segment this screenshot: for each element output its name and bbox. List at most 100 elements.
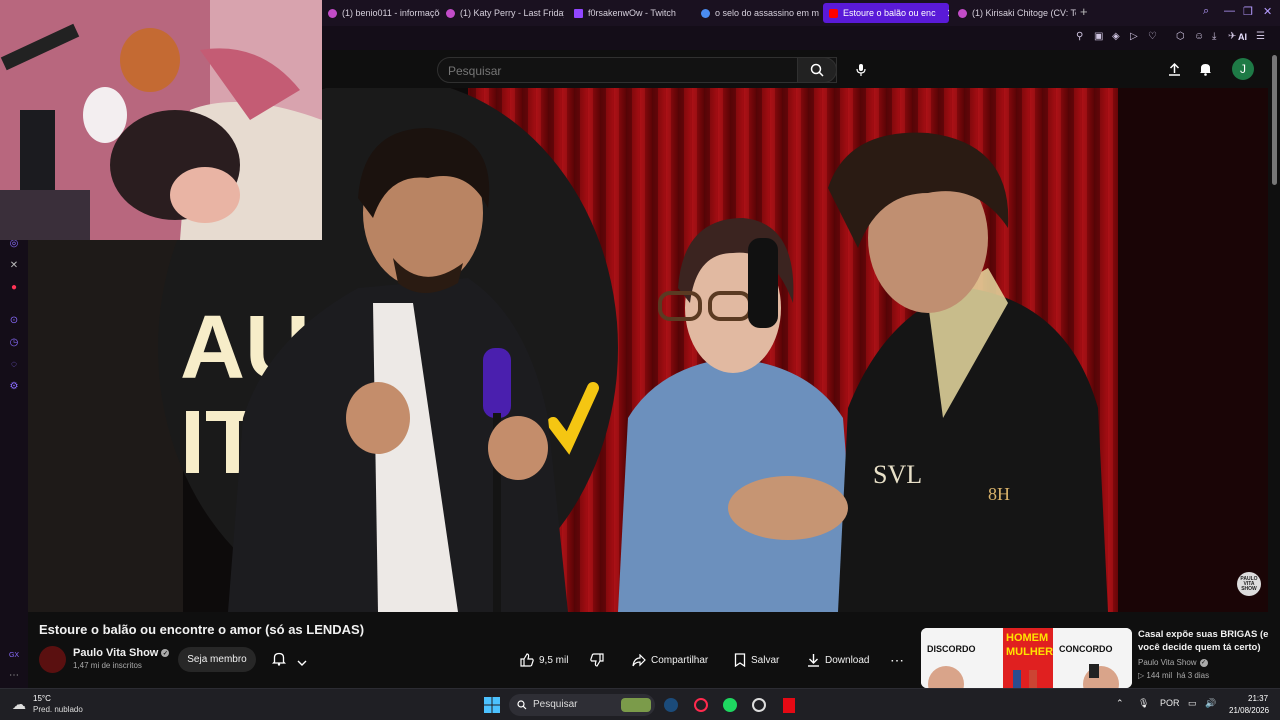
suggested-age: há 3 dias bbox=[1176, 671, 1210, 680]
subscribe-bell-button[interactable] bbox=[271, 651, 287, 671]
new-tab-button[interactable]: + bbox=[1080, 4, 1088, 19]
webcam-overlay bbox=[0, 0, 322, 240]
suggested-video-thumbnail[interactable]: DISCORDO HOMEM MULHER CONCORDO bbox=[921, 628, 1132, 688]
page-scrollbar[interactable] bbox=[1272, 55, 1277, 185]
screen: (1) benio011 - informações (1) Katy Perr… bbox=[0, 0, 1280, 720]
close-window-icon[interactable]: ✕ bbox=[1263, 5, 1272, 18]
save-button[interactable]: Salvar bbox=[734, 650, 779, 670]
ai-button[interactable]: AI bbox=[1238, 32, 1247, 42]
thumbnail-text-right: CONCORDO bbox=[1059, 644, 1113, 654]
thumbnail-text-left: DISCORDO bbox=[927, 644, 976, 654]
search-icon bbox=[810, 63, 824, 77]
rocket-icon[interactable]: ✈ bbox=[1228, 31, 1236, 42]
x-twitter-icon[interactable]: ✕ bbox=[8, 260, 20, 272]
upload-button[interactable] bbox=[1164, 59, 1184, 79]
avatar-letter: J bbox=[1240, 62, 1246, 76]
taskbar-app[interactable] bbox=[750, 696, 768, 714]
download-button[interactable]: Download bbox=[807, 650, 869, 670]
volume-icon[interactable]: 🔊 bbox=[1205, 698, 1216, 709]
browser-tab[interactable]: (1) benio011 - informações bbox=[322, 3, 440, 23]
taskbar-steam[interactable] bbox=[662, 696, 680, 714]
browser-tab[interactable]: f0rsakenwOw - Twitch bbox=[568, 3, 692, 23]
svg-text:8H: 8H bbox=[988, 484, 1010, 504]
search-input[interactable] bbox=[448, 63, 748, 79]
minimize-icon[interactable]: — bbox=[1224, 5, 1235, 17]
browser-tab[interactable]: (1) Katy Perry - Last Friday bbox=[440, 3, 564, 23]
channel-avatar[interactable] bbox=[39, 646, 66, 673]
youtube-sidebar-icon[interactable]: ● bbox=[8, 282, 20, 294]
search-icon bbox=[517, 700, 527, 710]
video-title: Estoure o balão ou encontre o amor (só a… bbox=[39, 622, 365, 637]
pin-icon[interactable]: ⚲ bbox=[1076, 31, 1083, 42]
heart-icon[interactable]: ♡ bbox=[1148, 31, 1157, 42]
clock-time[interactable]: 21:37 bbox=[1248, 694, 1268, 703]
player-icon[interactable]: ⊙ bbox=[8, 315, 20, 327]
app-icon bbox=[752, 698, 766, 712]
play-icon[interactable]: ▷ bbox=[1130, 31, 1138, 42]
search-box bbox=[437, 57, 837, 83]
notifications-button[interactable] bbox=[1195, 59, 1215, 79]
tab-favicon-icon bbox=[328, 8, 337, 18]
bell-icon bbox=[271, 652, 287, 666]
subscription-menu-button[interactable] bbox=[297, 654, 307, 672]
taskbar-opera-gx[interactable] bbox=[692, 696, 710, 714]
taskbar-search[interactable]: Pesquisar bbox=[509, 694, 655, 716]
save-label: Salvar bbox=[751, 654, 780, 666]
more-icon[interactable]: ⋯ bbox=[8, 670, 20, 682]
tab-label: (1) benio011 - informações bbox=[342, 8, 440, 18]
netflix-icon bbox=[783, 697, 795, 713]
language-indicator[interactable]: POR bbox=[1160, 698, 1180, 708]
dislike-button[interactable] bbox=[590, 650, 604, 670]
windows-start-button[interactable] bbox=[483, 696, 501, 714]
watermark-text: PAULO VITA SHOW bbox=[1240, 575, 1258, 592]
display-icon[interactable]: ▭ bbox=[1188, 698, 1197, 709]
channel-name-row[interactable]: Paulo Vita Show ✓ bbox=[73, 647, 170, 659]
shield-icon[interactable]: ◈ bbox=[1112, 31, 1120, 42]
channel-name[interactable]: Paulo Vita Show bbox=[73, 647, 158, 659]
microphone-tray-icon[interactable]: 🎙 bbox=[1138, 698, 1149, 709]
menu-icon[interactable]: ☰ bbox=[1256, 31, 1265, 42]
history-icon[interactable]: ◷ bbox=[8, 337, 20, 349]
search-tabs-icon[interactable]: ⌕ bbox=[1203, 5, 1209, 18]
tab-label: o selo do assassino em mo bbox=[715, 8, 819, 18]
taskbar-spotify[interactable] bbox=[721, 696, 739, 714]
download-icon[interactable]: ⤓ bbox=[1212, 31, 1216, 42]
suggested-video-title[interactable]: Casal expõe suas BRIGAS (e você decide q… bbox=[1138, 628, 1276, 654]
close-tab-icon[interactable]: ✕ bbox=[947, 7, 949, 20]
tab-label: (1) Katy Perry - Last Friday bbox=[460, 8, 564, 18]
snapshot-icon[interactable]: ▣ bbox=[1094, 31, 1103, 42]
browser-tab-active[interactable]: Estoure o balão ou enc ✕ bbox=[823, 3, 949, 23]
browser-tab[interactable]: (1) Kirisaki Chitoge (CV: To bbox=[952, 3, 1076, 23]
taskbar-netflix[interactable] bbox=[780, 696, 798, 714]
like-count: 9,5 mil bbox=[539, 654, 569, 666]
share-icon bbox=[632, 653, 646, 666]
chevron-down-icon bbox=[297, 660, 307, 666]
suggested-channel-row[interactable]: Paulo Vita Show ✓ bbox=[1138, 658, 1208, 667]
extensions-icon[interactable]: ⬡ bbox=[1176, 31, 1185, 42]
like-button[interactable]: 9,5 mil bbox=[520, 650, 568, 670]
user-icon[interactable]: ☺ bbox=[1194, 31, 1204, 42]
tab-favicon-icon bbox=[958, 8, 967, 18]
weather-temperature[interactable]: 15°C bbox=[33, 694, 51, 703]
share-button[interactable]: Compartilhar bbox=[632, 650, 708, 670]
thumbs-up-icon bbox=[520, 653, 534, 667]
clock-date[interactable]: 21/08/2026 bbox=[1229, 706, 1269, 715]
join-button[interactable]: Seja membro bbox=[178, 647, 256, 672]
channel-watermark[interactable]: PAULO VITA SHOW bbox=[1237, 572, 1261, 596]
account-avatar[interactable]: J bbox=[1232, 58, 1254, 80]
steam-icon bbox=[664, 698, 678, 712]
maximize-icon[interactable]: ❐ bbox=[1243, 5, 1253, 18]
voice-search-button[interactable] bbox=[848, 57, 874, 83]
tab-label: (1) Kirisaki Chitoge (CV: To bbox=[972, 8, 1076, 18]
tray-overflow-icon[interactable]: ⌃ bbox=[1116, 698, 1124, 709]
weather-icon[interactable]: ☁ bbox=[12, 696, 26, 713]
windows-taskbar: ☁ 15°C Pred. nublado Pesquisar ⌃ 🎙 POR ▭… bbox=[0, 688, 1280, 720]
search-button[interactable] bbox=[797, 57, 837, 83]
more-actions-button[interactable]: ⋯ bbox=[890, 650, 904, 670]
settings-icon[interactable]: ⚙ bbox=[8, 381, 20, 393]
suggested-channel-name[interactable]: Paulo Vita Show bbox=[1138, 658, 1197, 667]
weather-description[interactable]: Pred. nublado bbox=[33, 705, 83, 714]
browser-tab[interactable]: o selo do assassino em mo bbox=[695, 3, 819, 23]
tab-label: Estoure o balão ou enc bbox=[843, 8, 936, 18]
chat-icon[interactable]: ◌ bbox=[8, 359, 20, 371]
